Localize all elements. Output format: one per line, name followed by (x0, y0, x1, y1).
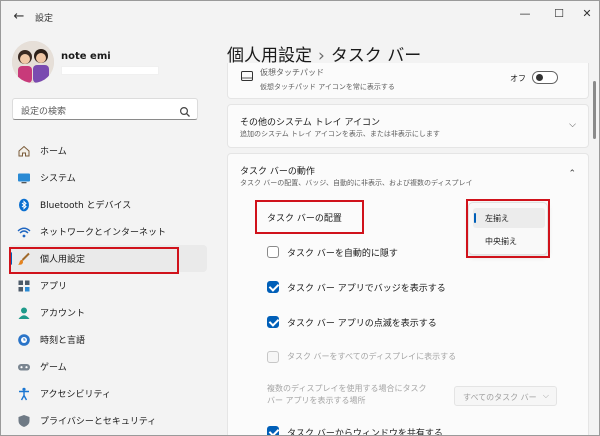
sidebar-item-network[interactable]: ネットワークとインターネット (9, 218, 207, 245)
sidebar-item-label: ホーム (40, 147, 67, 157)
sidebar-item-label: ネットワークとインターネット (40, 228, 167, 238)
touchpad-toggle[interactable] (532, 71, 558, 84)
sidebar-item-label: ゲーム (40, 363, 67, 373)
tray-icons-card[interactable]: その他のシステム トレイ アイコン 追加のシステム トレイ アイコンを表示、また… (227, 104, 589, 148)
behaviors-card-title: タスク バーの動作 (240, 167, 315, 177)
sidebar-item-label: システム (40, 174, 76, 184)
highlight-personalization (9, 247, 179, 274)
behaviors-card-subtitle: タスク バーの配置、バッジ、自動的に非表示、および複数のディスプレイ (240, 179, 473, 187)
sidebar-item-home[interactable]: ホーム (9, 137, 207, 164)
touchpad-icon (240, 69, 254, 83)
all-displays-label: タスク バーをすべてのディスプレイに表示する (287, 352, 457, 361)
chevron-down-icon[interactable]: ⌵ (569, 120, 576, 130)
flashing-label: タスク バー アプリの点滅を表示する (287, 319, 437, 329)
sidebar-item-accessibility[interactable]: アクセシビリティ (9, 380, 207, 407)
tray-card-subtitle: 追加のシステム トレイ アイコンを表示、または非表示にします (240, 130, 440, 138)
multi-display-select[interactable]: すべてのタスク バー ⌵ (454, 386, 557, 406)
multi-display-select-value: すべてのタスク バー (463, 393, 537, 402)
settings-window: ← 設定 — ☐ ✕ note emi 設定の検索 ホーム システム Bluet… (0, 0, 600, 436)
highlight-alignment-label (255, 200, 364, 234)
sidebar-item-privacy[interactable]: プライバシーとセキュリティ (9, 407, 207, 434)
sidebar-item-label: アクセシビリティ (40, 390, 112, 400)
scrollbar[interactable] (593, 81, 596, 417)
profile-email-redacted (61, 66, 159, 75)
gamepad-icon (17, 359, 31, 373)
share-window-checkbox[interactable] (267, 426, 279, 435)
accessibility-icon (17, 386, 31, 401)
close-icon[interactable]: ✕ (573, 5, 599, 23)
sidebar-item-apps[interactable]: アプリ (9, 272, 207, 299)
auto-hide-label: タスク バーを自動的に隠す (287, 249, 398, 259)
title-bar: ← 設定 — ☐ ✕ (1, 1, 599, 33)
touchpad-card: 仮想タッチパッド 仮想タッチパッド アイコンを常に表示する オフ (227, 63, 589, 99)
sidebar-item-label: プライバシーとセキュリティ (40, 417, 157, 427)
avatar[interactable] (12, 41, 54, 83)
chevron-up-icon[interactable]: ⌃ (568, 169, 576, 179)
badges-checkbox[interactable] (267, 281, 279, 293)
apps-icon (17, 278, 31, 292)
touchpad-subtitle: 仮想タッチパッド アイコンを常に表示する (260, 83, 395, 91)
shield-icon (17, 413, 31, 427)
highlight-alignment-dropdown (466, 199, 550, 258)
search-placeholder: 設定の検索 (21, 107, 67, 117)
search-icon[interactable] (179, 103, 191, 117)
multi-display-label-line1: 複数のディスプレイを使用する場合にタスク (267, 384, 427, 393)
minimize-icon[interactable]: — (511, 5, 539, 23)
sidebar-item-gaming[interactable]: ゲーム (9, 353, 207, 380)
wifi-icon (17, 224, 31, 238)
person-icon (17, 305, 31, 319)
sidebar-item-label: アプリ (40, 282, 68, 292)
share-window-label: タスク バーからウィンドウを共有する (287, 429, 443, 436)
maximize-icon[interactable]: ☐ (545, 5, 573, 23)
sidebar-item-accounts[interactable]: アカウント (9, 299, 207, 326)
tray-card-title: その他のシステム トレイ アイコン (240, 118, 381, 128)
touchpad-toggle-label: オフ (510, 74, 526, 83)
sidebar-item-label: Bluetooth とデバイス (40, 201, 132, 211)
sidebar-item-label: 時刻と言語 (40, 336, 86, 346)
sidebar-nav: ホーム システム Bluetooth とデバイス ネットワークとインターネット (9, 137, 207, 434)
touchpad-title: 仮想タッチパッド (260, 68, 324, 77)
sidebar-item-label: アカウント (40, 309, 86, 319)
search-input[interactable]: 設定の検索 (12, 98, 198, 120)
auto-hide-checkbox[interactable] (267, 246, 279, 258)
bluetooth-icon (17, 197, 31, 212)
flashing-checkbox[interactable] (267, 316, 279, 328)
window-title: 設定 (35, 14, 54, 24)
monitor-icon (17, 170, 31, 184)
profile-name: note emi (61, 51, 111, 62)
sidebar-item-system[interactable]: システム (9, 164, 207, 191)
clock-globe-icon (17, 332, 31, 346)
badges-label: タスク バー アプリでバッジを表示する (287, 284, 446, 294)
all-displays-checkbox[interactable] (267, 351, 279, 363)
multi-display-label-line2: バー アプリを表示する場所 (267, 396, 366, 405)
chevron-down-icon: ⌵ (542, 391, 549, 400)
scrollbar-thumb[interactable] (593, 81, 596, 139)
sidebar-item-bluetooth[interactable]: Bluetooth とデバイス (9, 191, 207, 218)
back-arrow-icon[interactable]: ← (11, 9, 27, 25)
home-icon (17, 143, 31, 157)
sidebar-item-time-language[interactable]: 時刻と言語 (9, 326, 207, 353)
